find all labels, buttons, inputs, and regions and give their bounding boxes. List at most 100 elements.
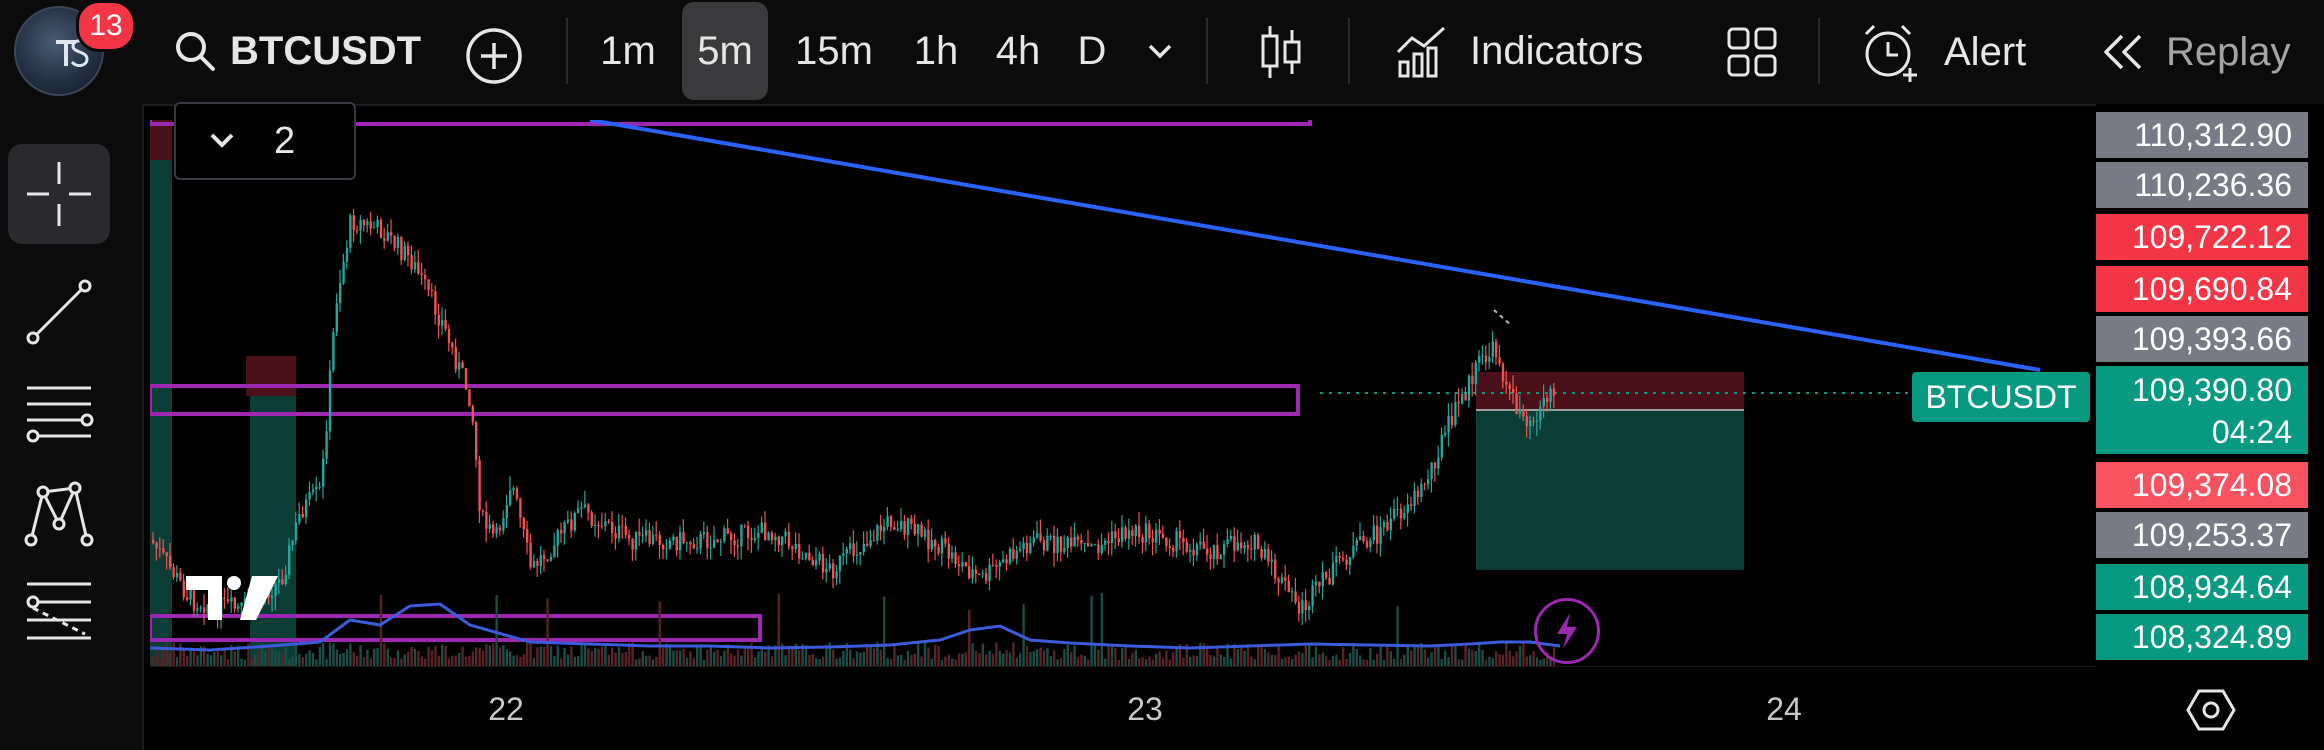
- candle-body: [733, 540, 736, 546]
- volume-bar: [883, 596, 886, 666]
- candle-body: [617, 525, 621, 539]
- candle-body: [1019, 549, 1022, 551]
- candle-body: [1406, 504, 1409, 513]
- volume-bar: [798, 650, 801, 666]
- candle-body: [1413, 490, 1416, 507]
- chart-type-button[interactable]: [1256, 22, 1306, 82]
- candle-body: [597, 525, 600, 527]
- volume-bar: [1379, 647, 1382, 666]
- volume-bar: [1274, 654, 1277, 666]
- candle-body: [1036, 533, 1039, 538]
- volume-bar: [835, 658, 838, 666]
- candle-body: [413, 262, 417, 270]
- volume-bar: [284, 647, 287, 666]
- candle-body: [736, 545, 740, 547]
- candle-body: [1423, 483, 1426, 485]
- timeframe-5m[interactable]: 5m: [682, 2, 768, 100]
- candle-body: [315, 486, 318, 490]
- price-axis[interactable]: 110,312.90 110,236.36 109,722.12 109,690…: [2096, 104, 2324, 750]
- volume-bar: [1032, 651, 1035, 666]
- chart-pane[interactable]: [150, 120, 2096, 666]
- candle-body: [1226, 539, 1229, 544]
- symbol-search[interactable]: BTCUSDT: [172, 28, 421, 74]
- timeframe-d[interactable]: D: [1064, 0, 1120, 102]
- volume-bar: [301, 657, 304, 666]
- volume-bar: [492, 643, 495, 666]
- candle-body: [1433, 462, 1437, 469]
- settings-hexagon-icon[interactable]: [2186, 688, 2236, 732]
- timeframe-15m[interactable]: 15m: [782, 0, 886, 102]
- candle-body: [485, 511, 488, 529]
- volume-bar: [420, 656, 423, 666]
- plus-circle-icon: [466, 28, 522, 84]
- volume-bar: [1131, 652, 1134, 666]
- candle-body: [488, 524, 491, 529]
- candle-body: [1291, 591, 1294, 593]
- volume-bar: [1345, 658, 1348, 666]
- timeframe-dropdown[interactable]: [1142, 36, 1178, 66]
- volume-bar: [1471, 649, 1474, 666]
- timeframe-4h[interactable]: 4h: [982, 0, 1054, 102]
- candle-body: [566, 519, 570, 523]
- volume-bar: [332, 643, 335, 666]
- volume-bar: [971, 643, 974, 666]
- candle-body: [893, 527, 896, 530]
- alert-button[interactable]: Alert: [1858, 20, 2026, 84]
- volume-bar: [1314, 646, 1318, 666]
- candle-body: [328, 370, 332, 432]
- volume-bar: [1393, 658, 1396, 666]
- volume-bar: [730, 653, 733, 666]
- candle-body: [750, 538, 753, 541]
- volume-bar: [1406, 644, 1409, 666]
- volume-bar: [1325, 656, 1328, 666]
- time-axis[interactable]: 22 23 24: [150, 666, 2096, 739]
- pattern-tool[interactable]: [8, 462, 110, 562]
- trendline-tool[interactable]: [8, 262, 110, 362]
- volume-bar: [614, 652, 617, 666]
- volume-bar: [1100, 593, 1103, 666]
- candle-body: [1070, 537, 1073, 547]
- candle-body: [563, 522, 566, 534]
- volume-bar: [1515, 651, 1518, 666]
- replay-button[interactable]: Replay: [2096, 30, 2291, 74]
- candle-body: [332, 332, 335, 371]
- timeframe-1m[interactable]: 1m: [584, 0, 672, 102]
- volume-bar: [1491, 658, 1494, 666]
- candle-body: [311, 489, 315, 492]
- candle-body: [376, 219, 379, 228]
- candle-body: [621, 525, 624, 527]
- timeframe-1h[interactable]: 1h: [898, 0, 974, 102]
- volume-bar: [1386, 646, 1389, 666]
- volume-bar: [386, 648, 389, 666]
- crosshair-tool[interactable]: [8, 144, 110, 244]
- volume-bar: [1066, 644, 1069, 666]
- volume-bar: [220, 655, 223, 666]
- volume-bar: [641, 651, 644, 666]
- volume-bar: [937, 645, 940, 666]
- candle-body: [685, 542, 689, 544]
- candle-body: [505, 504, 508, 519]
- compare-button[interactable]: [464, 26, 524, 86]
- volume-bar: [917, 642, 920, 666]
- volume-bar: [1318, 654, 1321, 666]
- divider: [1206, 18, 1208, 84]
- forecast-tool[interactable]: [8, 562, 110, 662]
- candle-body: [1165, 537, 1168, 547]
- layers-toggle-button[interactable]: 2: [174, 102, 356, 180]
- volume-bar: [1423, 649, 1426, 666]
- indicators-button[interactable]: Indicators: [1394, 22, 1643, 80]
- volume-bar: [1073, 645, 1076, 666]
- candle-body: [1440, 434, 1443, 458]
- fib-tool[interactable]: [8, 362, 110, 462]
- candle-body: [645, 530, 648, 536]
- volume-bar: [852, 658, 855, 666]
- candle-body: [526, 529, 529, 543]
- candle-body: [791, 546, 794, 550]
- candle-body: [1032, 537, 1035, 543]
- quick-action-button[interactable]: [1534, 598, 1600, 664]
- layout-button[interactable]: [1726, 26, 1778, 78]
- candle-body: [447, 329, 451, 343]
- candle-body: [1280, 577, 1284, 583]
- candle-body: [787, 531, 791, 547]
- candle-body: [689, 542, 692, 545]
